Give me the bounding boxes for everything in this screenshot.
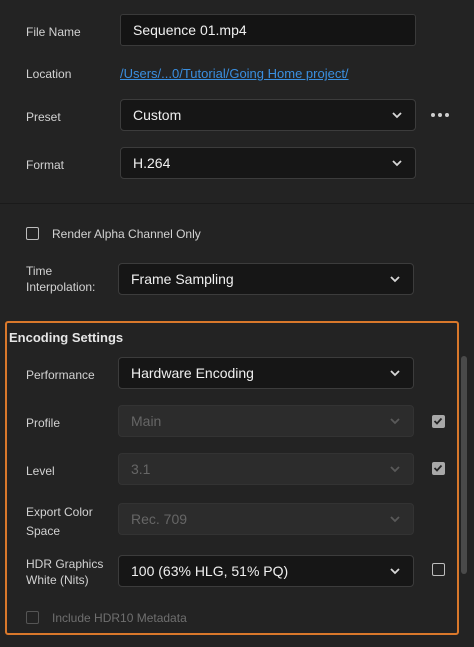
chevron-down-icon <box>389 415 401 427</box>
format-value: H.264 <box>133 155 171 171</box>
format-label: Format <box>26 158 65 172</box>
time-interpolation-select[interactable]: Frame Sampling <box>118 263 414 295</box>
time-interpolation-label-line2: Interpolation: <box>26 280 96 294</box>
location-link[interactable]: /Users/...0/Tutorial/Going Home project/ <box>120 66 349 81</box>
render-alpha-label: Render Alpha Channel Only <box>52 227 201 241</box>
chevron-down-icon <box>389 367 401 379</box>
include-hdr10-label: Include HDR10 Metadata <box>52 611 187 625</box>
chevron-down-icon <box>391 109 403 121</box>
export-color-space-select[interactable]: Rec. 709 <box>118 503 414 535</box>
hdr-graphics-white-label-line2: White (Nits) <box>26 573 89 587</box>
hdr-graphics-white-label: HDR Graphics White (Nits) <box>26 556 103 588</box>
export-color-space-label-line1: Export Color <box>26 505 93 519</box>
export-color-space-label-line2: Space <box>26 524 61 538</box>
profile-label: Profile <box>26 416 61 430</box>
encoding-settings-title: Encoding Settings <box>9 330 124 345</box>
location-label: Location <box>26 67 72 81</box>
hdr-graphics-white-checkbox[interactable] <box>432 563 445 576</box>
scrollbar-thumb[interactable] <box>461 356 467 574</box>
time-interpolation-value: Frame Sampling <box>131 271 234 287</box>
chevron-down-icon <box>389 565 401 577</box>
level-select[interactable]: 3.1 <box>118 453 414 485</box>
chevron-down-icon <box>389 463 401 475</box>
include-hdr10-checkbox[interactable] <box>26 611 39 624</box>
hdr-graphics-white-label-line1: HDR Graphics <box>26 557 104 571</box>
export-color-space-value: Rec. 709 <box>131 511 188 527</box>
time-interpolation-label: Time Interpolation: <box>26 263 95 295</box>
level-checkbox[interactable] <box>432 462 445 475</box>
format-select[interactable]: H.264 <box>120 147 416 179</box>
performance-select[interactable]: Hardware Encoding <box>118 357 414 389</box>
hdr-graphics-white-select[interactable]: 100 (63% HLG, 51% PQ) <box>118 555 414 587</box>
section-divider <box>0 203 474 204</box>
hdr-graphics-white-value: 100 (63% HLG, 51% PQ) <box>131 563 289 579</box>
level-label: Level <box>26 464 55 478</box>
level-value: 3.1 <box>131 461 151 477</box>
preset-select[interactable]: Custom <box>120 99 416 131</box>
preset-value: Custom <box>133 107 182 123</box>
preset-label: Preset <box>26 110 61 124</box>
checkmark-icon <box>433 464 443 472</box>
performance-label: Performance <box>26 368 95 382</box>
render-alpha-checkbox[interactable] <box>26 227 39 240</box>
more-options-icon[interactable] <box>431 109 449 121</box>
chevron-down-icon <box>391 157 403 169</box>
profile-checkbox[interactable] <box>432 415 445 428</box>
performance-value: Hardware Encoding <box>131 365 254 381</box>
profile-value: Main <box>131 413 162 429</box>
chevron-down-icon <box>389 273 401 285</box>
chevron-down-icon <box>389 513 401 525</box>
checkmark-icon <box>433 417 443 425</box>
time-interpolation-label-line1: Time <box>26 264 53 278</box>
file-name-input[interactable]: Sequence 01.mp4 <box>120 14 416 46</box>
profile-select[interactable]: Main <box>118 405 414 437</box>
file-name-value: Sequence 01.mp4 <box>133 22 247 38</box>
file-name-label: File Name <box>26 25 81 39</box>
export-color-space-label: Export Color Space <box>26 504 93 539</box>
